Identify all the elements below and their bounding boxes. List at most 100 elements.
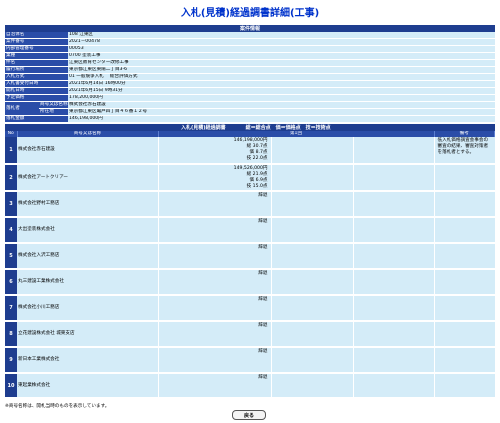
bid-row-result: 辞退 bbox=[158, 321, 272, 348]
bid-row-remarks: 低入札価格調査会事会の審査の結果、審査対策者を落札者とする。 bbox=[434, 137, 495, 165]
bid-row-name: 株式会社アートクリアー bbox=[17, 164, 159, 192]
info-value: 江東区教育センター改修工事 bbox=[68, 59, 495, 67]
bid-row-empty-cell bbox=[353, 164, 435, 192]
bid-row-name: 東起業株式会社 bbox=[17, 373, 159, 399]
bid-row-no: 9 bbox=[5, 347, 17, 374]
bid-row-name: 株式会社入沢工務店 bbox=[17, 243, 159, 270]
bid-row-empty-cell bbox=[353, 269, 435, 296]
info-value: 00053 bbox=[68, 45, 495, 53]
bid-row-remarks bbox=[434, 295, 495, 322]
bid-row-remarks bbox=[434, 269, 495, 296]
bid-row-empty-cell bbox=[271, 191, 354, 218]
info-value: 178,200,000円 bbox=[68, 94, 495, 102]
bid-row-remarks bbox=[434, 321, 495, 348]
bid-row-empty-cell bbox=[271, 373, 354, 399]
bid-row-result: 辞退 bbox=[158, 373, 272, 399]
bid-row-result: 辞退 bbox=[158, 243, 272, 270]
bid-rows: 1 株式会社赤石建設 146,198,000円総 30.7点価 8.7点技 22.0… bbox=[5, 137, 495, 399]
bid-row: 4 大出塗装株式会社 辞退 bbox=[5, 217, 495, 244]
bid-row-empty-cell bbox=[353, 191, 435, 218]
bid-result-line: 辞退 bbox=[258, 219, 268, 224]
info-value: 2021年6月15日 9時31分 bbox=[68, 87, 495, 95]
bid-row-remarks bbox=[434, 347, 495, 374]
bid-row-empty-cell bbox=[271, 269, 354, 296]
award-amount-label: 落札金額 bbox=[5, 115, 68, 123]
bid-row-result: 辞退 bbox=[158, 295, 272, 322]
info-value: 2021－00478 bbox=[68, 38, 495, 46]
bid-row-no: 7 bbox=[5, 295, 17, 322]
bid-row-name: 立花建設株式会社 城東支店 bbox=[17, 321, 159, 348]
winner-name-label: 商号又は名称 bbox=[39, 101, 68, 109]
bid-row-name: 株式会社小川工務店 bbox=[17, 295, 159, 322]
bid-row-empty-cell bbox=[271, 243, 354, 270]
bid-row-empty-cell bbox=[353, 321, 435, 348]
bid-row-empty-cell bbox=[271, 137, 354, 165]
info-label: 入札方式 bbox=[5, 73, 68, 81]
bid-row-remarks bbox=[434, 373, 495, 399]
bid-row-empty-cell bbox=[353, 347, 435, 374]
info-value: 01 一般競争入札 総合評価方式 bbox=[68, 73, 495, 81]
bid-result-line: 辞退 bbox=[258, 323, 268, 328]
bid-row-empty-cell bbox=[271, 321, 354, 348]
bid-row-result: 辞退 bbox=[158, 191, 272, 218]
bid-row-empty-cell bbox=[353, 217, 435, 244]
bid-row: 7 株式会社小川工務店 辞退 bbox=[5, 295, 495, 322]
footnote: ※商号名称は、開札当時のものを表示しています。 bbox=[5, 404, 110, 409]
winner-label: 落札者 bbox=[5, 101, 39, 116]
bid-row: 6 丸三建設工業株式会社 辞退 bbox=[5, 269, 495, 296]
case-info-header: 案件情報 bbox=[5, 25, 495, 32]
info-value: 2021年6月14日 16時00分 bbox=[68, 80, 495, 88]
bid-row: 10 東起業株式会社 辞退 bbox=[5, 373, 495, 399]
bid-result-line: 辞退 bbox=[258, 245, 268, 250]
bid-row-no: 6 bbox=[5, 269, 17, 296]
bid-row: 5 株式会社入沢工務店 辞退 bbox=[5, 243, 495, 270]
bid-row-result: 149,526,000円総 21.9点価 6.9点技 15.0点 bbox=[158, 164, 272, 192]
bid-result-line: 技 15.0点 bbox=[246, 184, 268, 189]
bid-row-no: 5 bbox=[5, 243, 17, 270]
back-button[interactable]: 戻る bbox=[232, 410, 266, 420]
bid-result-line: 辞退 bbox=[258, 271, 268, 276]
bid-row-result: 辞退 bbox=[158, 217, 272, 244]
bid-row-name: 株式会社野村工務店 bbox=[17, 191, 159, 218]
case-info-table: 案件情報 自治体名 108 江東区 案件番号 2021－00478 内部管理番号 00… bbox=[5, 25, 495, 123]
bid-row-name: 新日本工業株式会社 bbox=[17, 347, 159, 374]
bid-row: 3 株式会社野村工務店 辞退 bbox=[5, 191, 495, 218]
bid-result-line: 技 22.0点 bbox=[246, 156, 268, 161]
bid-row-result: 146,198,000円総 30.7点価 8.7点技 22.0点 bbox=[158, 137, 272, 165]
info-label: 件名 bbox=[5, 59, 68, 67]
info-label: 業種 bbox=[5, 52, 68, 60]
info-label: 履行場所 bbox=[5, 66, 68, 74]
info-label: 予定価格 bbox=[5, 94, 68, 102]
bid-result-line: 辞退 bbox=[258, 349, 268, 354]
bid-row-empty-cell bbox=[353, 373, 435, 399]
winner-address-value: 東京都江東区亀戸四丁目４６番１２号 bbox=[68, 108, 495, 116]
bid-row-remarks bbox=[434, 243, 495, 270]
bid-row-remarks bbox=[434, 191, 495, 218]
bid-row-no: 1 bbox=[5, 137, 17, 165]
info-label: 内部管理番号 bbox=[5, 45, 68, 53]
bid-row-no: 8 bbox=[5, 321, 17, 348]
bid-row: 1 株式会社赤石建設 146,198,000円総 30.7点価 8.7点技 22.0… bbox=[5, 137, 495, 165]
bid-row-empty-cell bbox=[271, 164, 354, 192]
bid-row: 9 新日本工業株式会社 辞退 bbox=[5, 347, 495, 374]
info-label: 開札日時 bbox=[5, 87, 68, 95]
score-legend: 総＝総合点 価＝価格点 技＝技術点 bbox=[245, 124, 331, 131]
winner-name-value: 株式会社赤石建設 bbox=[68, 101, 495, 109]
winner-address-label: 所在地 bbox=[39, 108, 68, 116]
bid-row-empty-cell bbox=[271, 347, 354, 374]
bid-row-name: 大出塗装株式会社 bbox=[17, 217, 159, 244]
award-amount-value: 146,198,000円 bbox=[68, 115, 495, 123]
bid-row-empty-cell bbox=[353, 137, 435, 165]
bid-result-line: 辞退 bbox=[258, 297, 268, 302]
bid-row-result: 辞退 bbox=[158, 347, 272, 374]
info-label: 入札書受付日時 bbox=[5, 80, 68, 88]
bid-row-empty-cell bbox=[271, 295, 354, 322]
bid-row-remarks bbox=[434, 217, 495, 244]
bid-row-no: 3 bbox=[5, 191, 17, 218]
info-label: 案件番号 bbox=[5, 38, 68, 46]
info-value: 0700 塗装工事 bbox=[68, 52, 495, 60]
bid-results-title: 入札(見積)経過調書 bbox=[181, 124, 226, 131]
bid-row-no: 10 bbox=[5, 373, 17, 399]
bid-row-empty-cell bbox=[353, 295, 435, 322]
bid-row-name: 株式会社赤石建設 bbox=[17, 137, 159, 165]
